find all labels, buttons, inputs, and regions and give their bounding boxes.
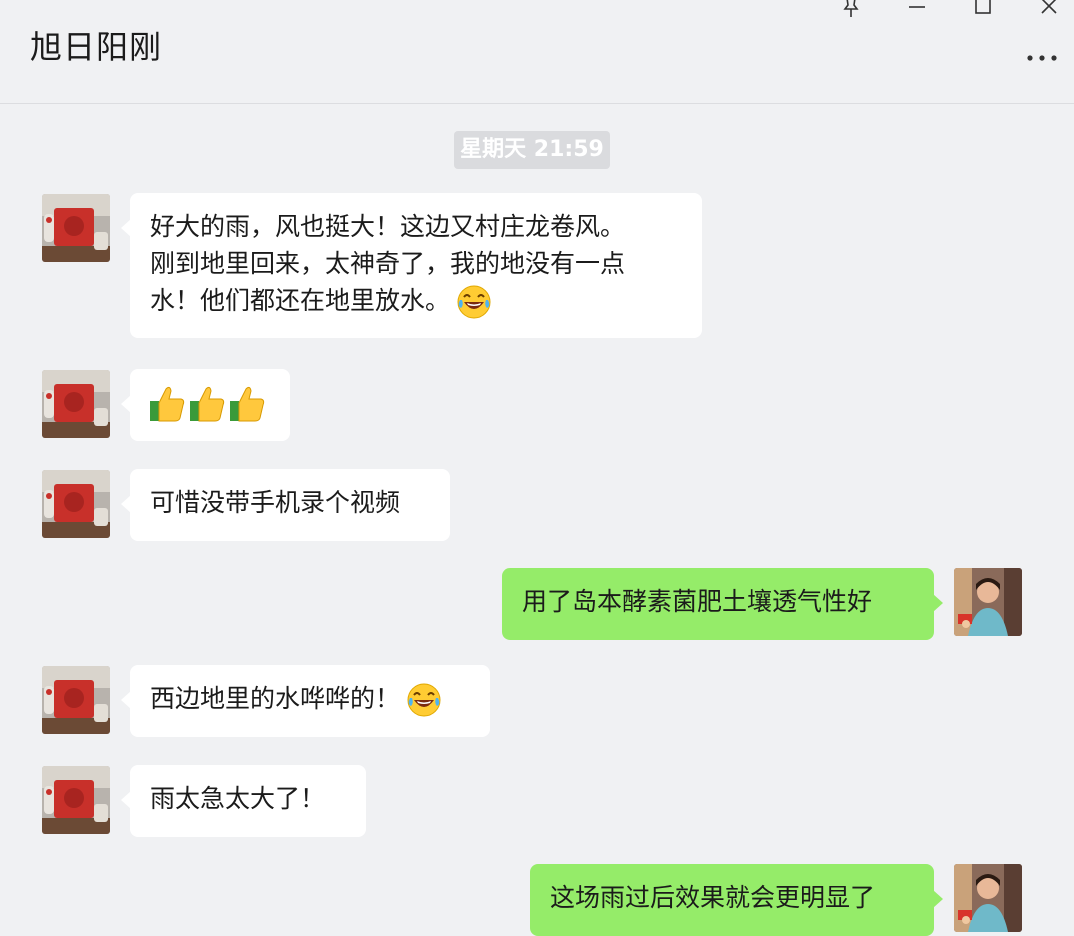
chat-title: 旭日阳刚: [30, 28, 163, 66]
message-text: 这场雨过后效果就会更明显了: [550, 883, 876, 912]
message-text-line: 刚到地里回来，太神奇了，我的地没有一点: [150, 249, 626, 278]
tears-of-joy-emoji: [407, 683, 441, 717]
contact-avatar[interactable]: [42, 370, 110, 438]
message-list[interactable]: 星期天 21:59 好大的雨，风也挺大！这边又村庄龙卷风。 刚到地里回来，太神奇…: [0, 104, 1074, 936]
message-text: 雨太急太大了！: [150, 784, 326, 813]
pin-icon[interactable]: [836, 0, 866, 20]
contact-avatar[interactable]: [42, 766, 110, 834]
minimize-icon[interactable]: [902, 0, 932, 20]
message-bubble[interactable]: 好大的雨，风也挺大！这边又村庄龙卷风。 刚到地里回来，太神奇了，我的地没有一点 …: [121, 193, 702, 338]
tears-of-joy-emoji: [457, 285, 491, 319]
message-bubble[interactable]: 雨太急太大了！: [121, 765, 366, 837]
more-icon[interactable]: [1022, 46, 1062, 70]
message-bubble[interactable]: 可惜没带手机录个视频: [121, 469, 450, 541]
title-bar: 旭日阳刚: [0, 0, 1074, 104]
message-bubble-outgoing[interactable]: 这场雨过后效果就会更明显了: [530, 864, 943, 936]
message-text: 西边地里的水哗哗的！: [150, 684, 401, 713]
message-text-line: 好大的雨，风也挺大！这边又村庄龙卷风。: [150, 212, 626, 241]
message-bubble[interactable]: [121, 369, 290, 441]
message-text: 可惜没带手机录个视频: [150, 488, 401, 517]
message-text: 用了岛本酵素菌肥土壤透气性好: [522, 587, 873, 616]
contact-avatar[interactable]: [42, 194, 110, 262]
timestamp: 星期天 21:59: [454, 131, 610, 169]
message-text-line-wrap: 水！他们都还在地里放水。: [150, 282, 682, 320]
maximize-icon[interactable]: [968, 0, 998, 20]
contact-avatar[interactable]: [42, 470, 110, 538]
chat-window: 旭日阳刚 星期天 21:59 好大的雨，风也挺大！这边又村庄龙卷风。 刚到地里回…: [0, 0, 1074, 936]
message-bubble[interactable]: 西边地里的水哗哗的！: [121, 665, 490, 737]
self-avatar[interactable]: [954, 864, 1022, 932]
contact-avatar[interactable]: [42, 666, 110, 734]
self-avatar[interactable]: [954, 568, 1022, 636]
close-icon[interactable]: [1034, 0, 1064, 20]
thumbs-up-emoji: [190, 386, 225, 422]
thumbs-up-emoji: [150, 386, 185, 422]
message-bubble-outgoing[interactable]: 用了岛本酵素菌肥土壤透气性好: [502, 568, 943, 640]
thumbs-up-emoji: [230, 386, 265, 422]
message-text-line: 水！他们都还在地里放水。: [150, 286, 451, 315]
